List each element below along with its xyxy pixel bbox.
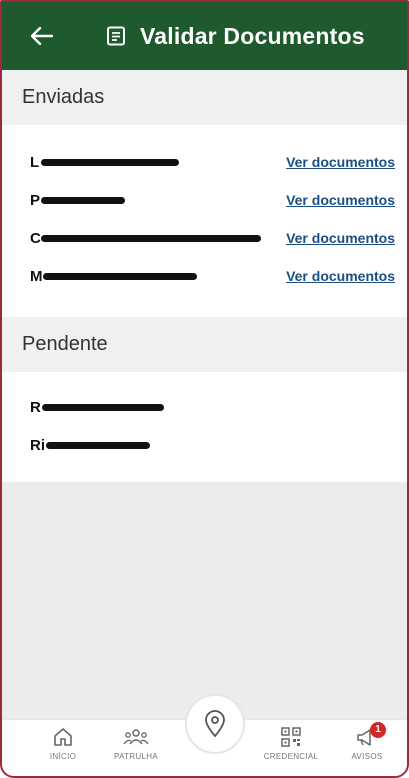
nav-item-inicio[interactable]: INÍCIO [28,726,98,761]
qr-code-icon [281,727,301,747]
top-app-bar: Validar Documentos [2,2,407,70]
location-button[interactable] [185,694,245,754]
header-title-group: Validar Documentos [106,23,365,50]
home-icon [54,728,72,746]
list-item: M Ver documentos [2,257,407,295]
nav-label: PATRULHA [114,752,158,761]
redacted-name: Ri [30,437,150,454]
nav-label: INÍCIO [49,752,77,761]
app-frame: Validar Documentos Enviadas L Ver docume… [0,0,409,778]
enviadas-list: L Ver documentos P Ver documentos C Ver … [2,125,407,317]
nav-label: CREDENCIAL [263,752,319,761]
redaction-bar [41,235,261,242]
redacted-name: C [30,230,261,247]
section-header-enviadas: Enviadas [2,70,407,125]
section-title: Pendente [22,333,108,355]
redaction-bar [46,442,150,449]
nav-item-patrulha[interactable]: PATRULHA [101,726,171,761]
redaction-bar [41,159,179,166]
notification-badge: 1 [370,722,386,738]
list-item: L Ver documentos [2,143,407,181]
section-title: Enviadas [22,86,105,108]
list-item: C Ver documentos [2,219,407,257]
redacted-name: M [30,268,197,285]
nav-item-credencial[interactable]: CREDENCIAL [256,726,326,761]
location-pin-icon [205,710,225,738]
redacted-name: L [30,154,179,171]
list-item[interactable]: Ri [2,426,407,464]
page-title: Validar Documentos [140,22,365,49]
group-icon [123,729,149,745]
view-documents-link[interactable]: Ver documentos [286,154,395,170]
redaction-bar [41,197,125,204]
list-item[interactable]: R [2,388,407,426]
view-documents-link[interactable]: Ver documentos [286,230,395,246]
view-documents-link[interactable]: Ver documentos [286,192,395,208]
redaction-bar [43,273,197,280]
arrow-left-icon [31,27,53,45]
nav-item-avisos[interactable]: 1 AVISOS [332,722,402,761]
document-icon [107,26,125,46]
section-header-pendente: Pendente [2,317,407,372]
redacted-name: P [30,192,125,209]
list-item: P Ver documentos [2,181,407,219]
view-documents-link[interactable]: Ver documentos [286,268,395,284]
back-button[interactable] [22,16,62,56]
redacted-name: R [30,399,164,416]
nav-label: AVISOS [351,752,383,761]
pendente-list: R Ri [2,372,407,482]
redaction-bar [42,404,164,411]
